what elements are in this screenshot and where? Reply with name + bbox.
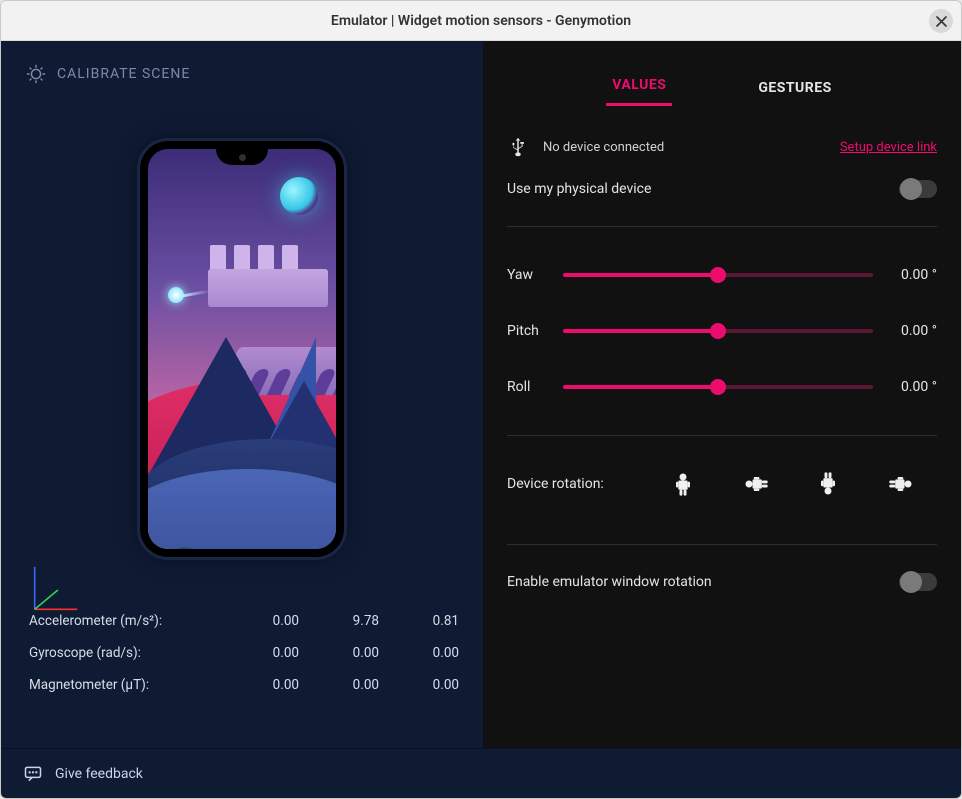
pitch-value: 0.00 °	[887, 323, 937, 339]
roll-label: Roll	[507, 379, 549, 395]
tab-gestures[interactable]: GESTURES	[752, 72, 837, 106]
magnetometer-z: 0.00	[379, 677, 459, 693]
scene-panel: CALIBRATE SCENE	[1, 41, 483, 748]
feedback-icon	[23, 764, 43, 784]
magnetometer-y: 0.00	[299, 677, 379, 693]
use-physical-device-toggle[interactable]	[899, 180, 937, 198]
table-row: Gyroscope (rad/s): 0.00 0.00 0.00	[29, 637, 459, 669]
yaw-value: 0.00 °	[887, 267, 937, 283]
gyroscope-z: 0.00	[379, 645, 459, 661]
accelerometer-x: 0.00	[219, 613, 299, 629]
setup-device-link[interactable]: Setup device link	[840, 140, 937, 155]
tab-bar: VALUES GESTURES	[483, 41, 961, 106]
sensor-readout-table: Accelerometer (m/s²): 0.00 9.78 0.81 Gyr…	[29, 605, 459, 701]
device-preview[interactable]	[140, 141, 344, 557]
feedback-label: Give feedback	[55, 766, 143, 782]
magnetometer-x: 0.00	[219, 677, 299, 693]
window-title: Emulator | Widget motion sensors - Genym…	[331, 13, 631, 29]
close-button[interactable]	[929, 9, 953, 33]
yaw-slider[interactable]	[563, 273, 873, 277]
gyroscope-label: Gyroscope (rad/s):	[29, 645, 219, 661]
rotation-landscape-left-icon[interactable]	[742, 470, 770, 498]
accelerometer-z: 0.81	[379, 613, 459, 629]
gyroscope-y: 0.00	[299, 645, 379, 661]
rotation-portrait-up-icon[interactable]	[669, 470, 697, 498]
divider	[507, 435, 937, 436]
roll-value: 0.00 °	[887, 379, 937, 395]
device-rotation-label: Device rotation:	[507, 476, 647, 492]
axis-indicator-icon	[25, 561, 83, 619]
wallpaper-scene	[148, 149, 336, 549]
table-row: Accelerometer (m/s²): 0.00 9.78 0.81	[29, 605, 459, 637]
enable-window-rotation-toggle[interactable]	[899, 573, 937, 591]
yaw-label: Yaw	[507, 267, 549, 283]
roll-slider[interactable]	[563, 385, 873, 389]
accelerometer-y: 9.78	[299, 613, 379, 629]
magnetometer-label: Magnetometer (µT):	[29, 677, 219, 693]
calibrate-label: CALIBRATE SCENE	[57, 66, 190, 82]
controls-panel: VALUES GESTURES No device connected Setu…	[483, 41, 961, 748]
pitch-slider[interactable]	[563, 329, 873, 333]
table-row: Magnetometer (µT): 0.00 0.00 0.00	[29, 669, 459, 701]
use-physical-device-label: Use my physical device	[507, 181, 651, 197]
divider	[507, 544, 937, 545]
rotation-portrait-down-icon[interactable]	[814, 470, 842, 498]
tab-values[interactable]: VALUES	[606, 69, 672, 106]
give-feedback-button[interactable]: Give feedback	[23, 764, 143, 784]
device-status-text: No device connected	[543, 140, 664, 155]
pitch-label: Pitch	[507, 323, 549, 339]
titlebar: Emulator | Widget motion sensors - Genym…	[1, 1, 961, 41]
divider	[507, 226, 937, 227]
usb-icon	[507, 136, 529, 158]
enable-window-rotation-label: Enable emulator window rotation	[507, 574, 712, 590]
rotation-landscape-right-icon[interactable]	[887, 470, 915, 498]
calibrate-icon	[25, 63, 47, 85]
calibrate-scene-button[interactable]: CALIBRATE SCENE	[1, 41, 483, 85]
gyroscope-x: 0.00	[219, 645, 299, 661]
close-icon	[936, 16, 947, 27]
